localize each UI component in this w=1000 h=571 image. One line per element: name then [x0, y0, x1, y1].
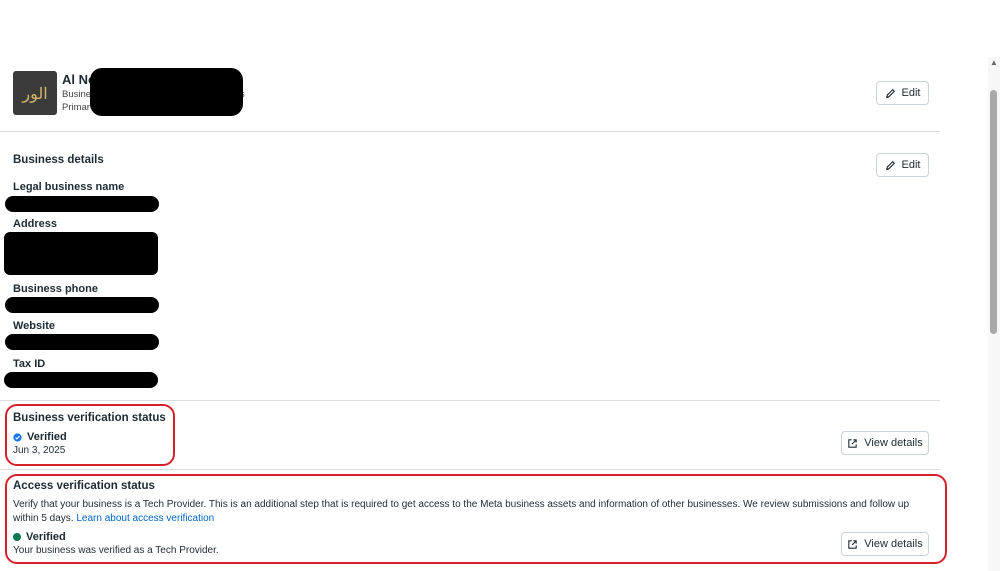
redaction-phone [5, 297, 159, 313]
edit-business-details-button[interactable]: Edit [876, 153, 929, 177]
access-view-details-button[interactable]: View details [841, 532, 929, 556]
verification-date: Jun 3, 2025 [13, 445, 66, 456]
business-view-details-button[interactable]: View details [841, 431, 929, 455]
profile-line2: Primar [62, 102, 90, 113]
redaction-website [5, 334, 159, 350]
business-logo: الور [13, 71, 57, 115]
divider-1 [0, 131, 940, 132]
access-verified-note: Your business was verified as a Tech Pro… [13, 545, 219, 556]
access-verification-title: Access verification status [13, 480, 155, 492]
verified-row: Verified [13, 431, 67, 443]
pencil-icon [885, 160, 895, 170]
learn-access-verification-link[interactable]: Learn about access verification [76, 513, 214, 524]
access-verified-row: Verified [13, 531, 66, 543]
profile-line1: Busine [62, 89, 92, 100]
access-verified-status: Verified [26, 531, 66, 543]
redaction-profile [90, 68, 243, 116]
business-verification-title: Business verification status [13, 412, 166, 424]
edit-profile-button[interactable]: Edit [876, 81, 929, 105]
external-link-icon [848, 539, 857, 549]
logo-text: الور [22, 83, 48, 103]
check-badge-icon [13, 432, 22, 442]
legal-name-label: Legal business name [13, 181, 125, 193]
redaction-legal-name [5, 196, 159, 212]
access-verification-description: Verify that your business is a Tech Prov… [13, 499, 910, 524]
pencil-icon [885, 88, 895, 98]
business-verified-status: Verified [27, 431, 67, 443]
website-label: Website [13, 320, 55, 332]
tax-id-label: Tax ID [13, 358, 46, 370]
phone-label: Business phone [13, 283, 98, 295]
status-dot-icon [13, 533, 21, 541]
redaction-tax-id [4, 372, 158, 388]
address-label: Address [13, 218, 58, 230]
scroll-up-arrow-icon[interactable]: ▲ [990, 59, 998, 67]
external-link-icon [848, 438, 857, 448]
redaction-address [4, 232, 158, 275]
scrollbar-thumb[interactable] [990, 90, 997, 334]
divider-3 [0, 469, 940, 470]
divider-2 [0, 400, 940, 401]
business-details-title: Business details [13, 154, 104, 166]
